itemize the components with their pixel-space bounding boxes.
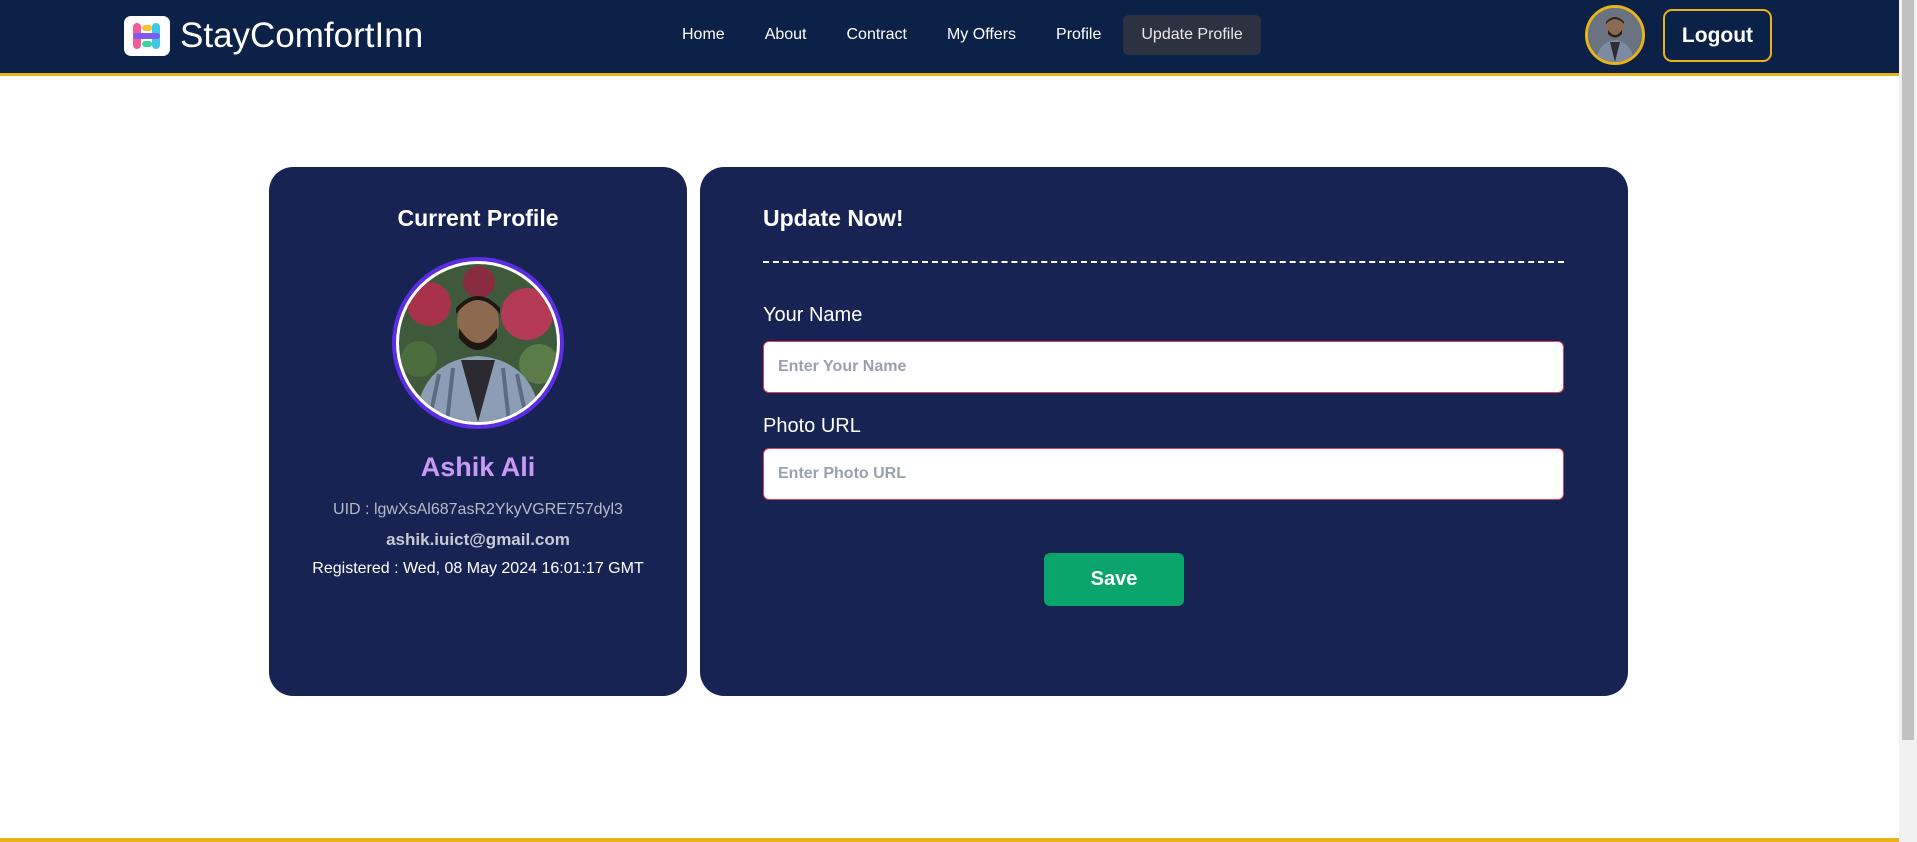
nav-link-update-profile[interactable]: Update Profile bbox=[1123, 15, 1261, 55]
page-scrollbar[interactable] bbox=[1899, 0, 1917, 842]
name-input[interactable] bbox=[763, 341, 1564, 393]
top-navbar: StayComfortInn Home About Contract My Of… bbox=[0, 0, 1899, 76]
update-title: Update Now! bbox=[763, 205, 904, 231]
brand[interactable]: StayComfortInn bbox=[124, 16, 423, 56]
nav-links: Home About Contract My Offers Profile Up… bbox=[664, 15, 1261, 55]
brand-name: StayComfortInn bbox=[180, 16, 424, 55]
nav-link-home[interactable]: Home bbox=[664, 15, 743, 55]
nav-link-profile[interactable]: Profile bbox=[1038, 15, 1119, 55]
current-profile-title: Current Profile bbox=[397, 205, 559, 231]
user-avatar[interactable] bbox=[1585, 5, 1645, 65]
profile-name: Ashik Ali bbox=[420, 452, 536, 482]
profile-registered-date: Registered : Wed, 08 May 2024 16:01:17 G… bbox=[312, 560, 644, 577]
nav-link-my-offers[interactable]: My Offers bbox=[929, 15, 1034, 55]
footer-border bbox=[0, 838, 1899, 842]
photo-url-input[interactable] bbox=[763, 448, 1564, 500]
profile-email: ashik.iuict@gmail.com bbox=[386, 530, 570, 549]
app-logo-icon bbox=[124, 16, 170, 56]
save-button[interactable]: Save bbox=[1044, 553, 1184, 606]
photo-url-label: Photo URL bbox=[763, 415, 861, 437]
update-profile-card: Update Now! Your Name Photo URL Save bbox=[700, 167, 1628, 696]
current-profile-card: Current Profile Ashik Ali UID : lgwXsAl6… bbox=[269, 167, 687, 696]
profile-avatar bbox=[392, 257, 564, 429]
name-label: Your Name bbox=[763, 304, 863, 326]
dashed-divider bbox=[763, 261, 1564, 263]
logout-button[interactable]: Logout bbox=[1663, 9, 1772, 62]
nav-link-about[interactable]: About bbox=[747, 15, 825, 55]
nav-link-contract[interactable]: Contract bbox=[829, 15, 925, 55]
scrollbar-thumb[interactable] bbox=[1902, 0, 1914, 740]
profile-photo-icon bbox=[399, 264, 557, 422]
user-photo-icon bbox=[1588, 8, 1642, 62]
profile-uid: UID : lgwXsAl687asR2YkyVGRE757dyl3 bbox=[333, 501, 623, 518]
